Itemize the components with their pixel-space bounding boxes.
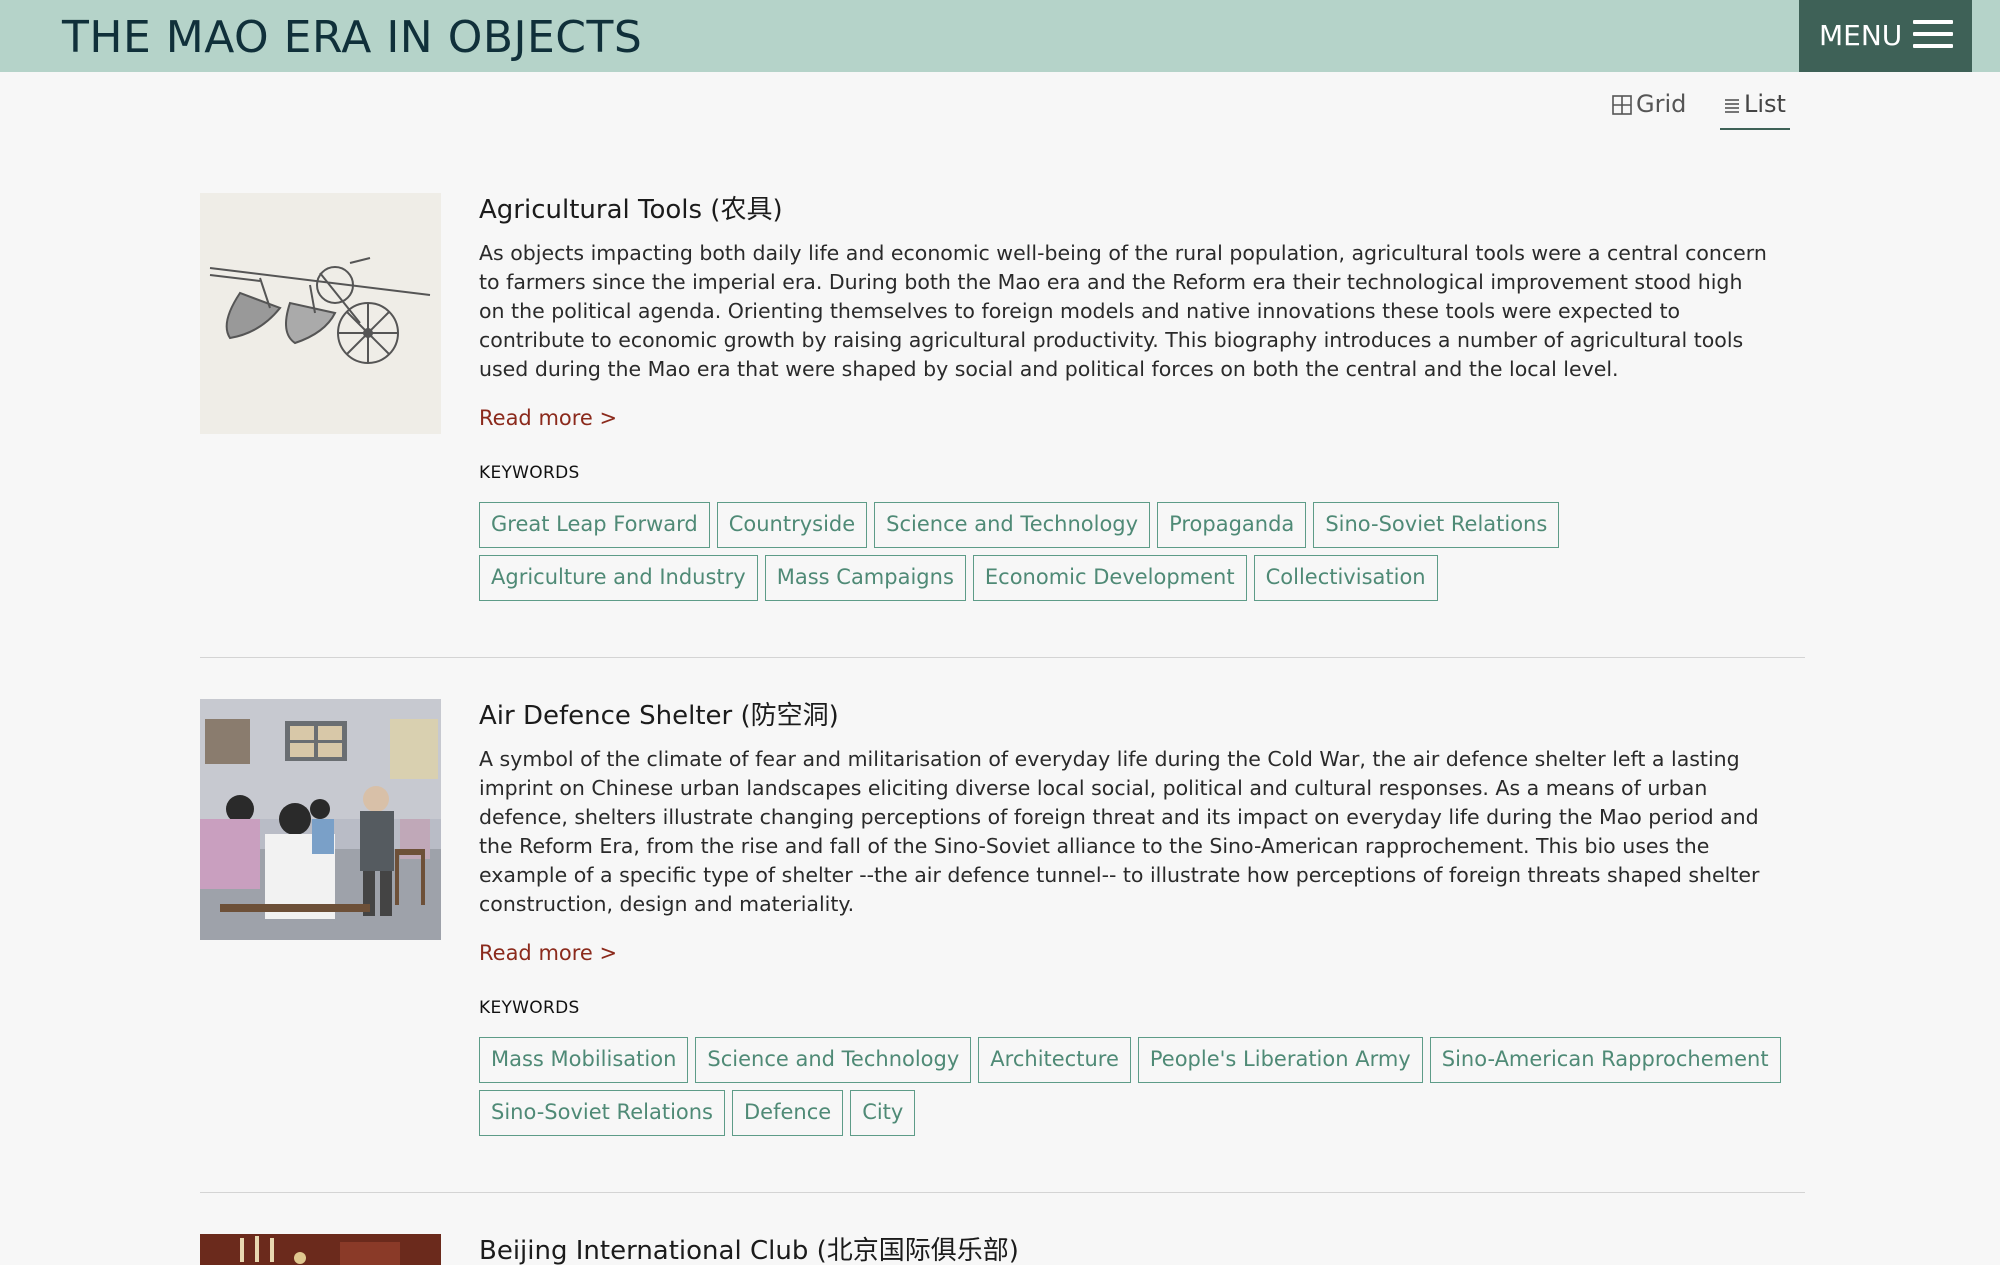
keyword-tag[interactable]: Sino-Soviet Relations [1313, 502, 1560, 548]
hamburger-icon [1913, 20, 1953, 48]
keyword-tag[interactable]: Mass Campaigns [764, 555, 966, 601]
entry-title[interactable]: Agricultural Tools (农具) [479, 193, 1805, 227]
air-defence-shelter-thumbnail[interactable] [200, 699, 441, 940]
keywords-list: Great Leap Forward Countryside Science a… [479, 502, 1779, 601]
keyword-tag[interactable]: City [850, 1090, 916, 1136]
keyword-tag[interactable]: Sino-American Rapprochement [1429, 1037, 1781, 1083]
view-grid-label: Grid [1636, 90, 1687, 118]
chandelier-image [200, 1234, 441, 1265]
keyword-tag[interactable]: Collectivisation [1253, 555, 1438, 601]
plough-image [200, 193, 441, 434]
keywords-row: Mass Mobilisation Science and Technology… [479, 1037, 1781, 1083]
keywords-heading: KEYWORDS [479, 463, 580, 483]
menu-button[interactable]: MENU [1799, 0, 1972, 72]
entry-body: Air Defence Shelter (防空洞) A symbol of th… [479, 699, 1805, 1143]
read-more-link[interactable]: Read more > [479, 404, 617, 432]
keyword-tag[interactable]: Architecture [978, 1037, 1131, 1083]
keyword-tag[interactable]: Science and Technology [695, 1037, 972, 1083]
keyword-tag[interactable]: Propaganda [1157, 502, 1307, 548]
entry-description: As objects impacting both daily life and… [479, 241, 1767, 381]
entry-title[interactable]: Beijing International Club (北京国际俱乐部) [479, 1234, 1805, 1265]
entry-divider [200, 1192, 1805, 1193]
shelter-illustration-image [200, 699, 441, 940]
site-header: THE MAO ERA IN OBJECTS MENU [0, 0, 2000, 72]
menu-label: MENU [1819, 19, 1903, 52]
keyword-tag[interactable]: Agriculture and Industry [479, 555, 758, 601]
entry-body: Agricultural Tools (农具) As objects impac… [479, 193, 1805, 608]
keyword-tag[interactable]: People's Liberation Army [1137, 1037, 1423, 1083]
keyword-tag[interactable]: Science and Technology [874, 502, 1151, 548]
view-list-label: List [1744, 90, 1786, 118]
keyword-tag[interactable]: Economic Development [972, 555, 1247, 601]
keywords-heading: KEYWORDS [479, 998, 580, 1018]
grid-icon [1612, 95, 1632, 115]
keyword-tag[interactable]: Great Leap Forward [479, 502, 710, 548]
keywords-row: Agriculture and Industry Mass Campaigns … [479, 555, 1779, 601]
agricultural-tools-thumbnail[interactable] [200, 193, 441, 434]
entry-body: Beijing International Club (北京国际俱乐部) [479, 1234, 1805, 1265]
keywords-list: Mass Mobilisation Science and Technology… [479, 1037, 1781, 1136]
keyword-tag[interactable]: Mass Mobilisation [479, 1037, 689, 1083]
site-title[interactable]: THE MAO ERA IN OBJECTS [62, 12, 642, 64]
beijing-club-thumbnail[interactable] [200, 1234, 441, 1265]
list-icon [1725, 99, 1739, 113]
keyword-tag[interactable]: Defence [732, 1090, 844, 1136]
view-grid-toggle[interactable]: Grid [1612, 88, 1686, 128]
read-more-link[interactable]: Read more > [479, 939, 617, 967]
entry-divider [200, 657, 1805, 658]
keyword-tag[interactable]: Countryside [716, 502, 868, 548]
entry-title[interactable]: Air Defence Shelter (防空洞) [479, 699, 1805, 733]
keywords-row: Great Leap Forward Countryside Science a… [479, 502, 1779, 548]
keywords-row: Sino-Soviet Relations Defence City [479, 1090, 1779, 1136]
keyword-tag[interactable]: Sino-Soviet Relations [479, 1090, 725, 1136]
entry-description: A symbol of the climate of fear and mili… [479, 747, 1760, 916]
view-list-toggle[interactable]: List [1720, 88, 1790, 130]
